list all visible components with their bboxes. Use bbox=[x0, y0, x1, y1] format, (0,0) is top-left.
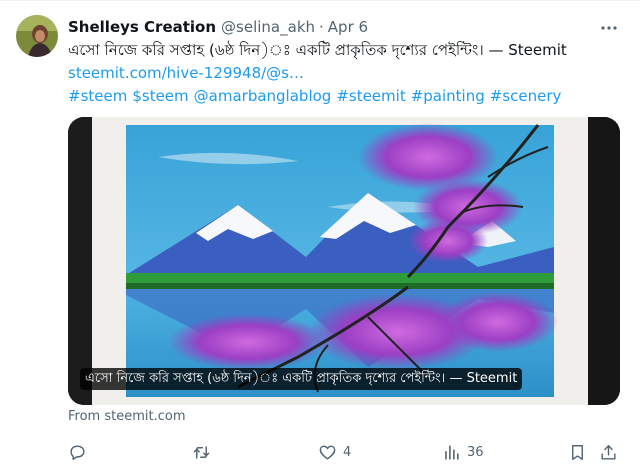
action-bar: 4 36 bbox=[60, 439, 625, 465]
painting-image bbox=[68, 117, 620, 405]
tweet-text: এসো নিজে করি সপ্তাহ (৬ষ্ঠ দিন)ঃ একটি প্র… bbox=[68, 39, 628, 108]
like-button[interactable]: 4 bbox=[318, 439, 351, 465]
hashtag-painting[interactable]: #painting bbox=[411, 87, 485, 105]
tweet-link[interactable]: steemit.com/hive-129948/@s… bbox=[68, 64, 304, 82]
hashtag-steemit[interactable]: #steemit bbox=[336, 87, 405, 105]
reply-button[interactable] bbox=[68, 439, 93, 465]
separator-dot: · bbox=[319, 18, 324, 36]
like-count: 4 bbox=[343, 444, 352, 460]
tweet-body: এসো নিজে করি সপ্তাহ (৬ষ্ঠ দিন)ঃ একটি প্র… bbox=[68, 41, 567, 59]
author-handle[interactable]: @selina_akh bbox=[221, 18, 315, 36]
card-source[interactable]: From steemit.com bbox=[68, 409, 185, 424]
hashtag-scenery[interactable]: #scenery bbox=[490, 87, 562, 105]
bookmark-button[interactable] bbox=[568, 439, 587, 465]
cashtag-steem[interactable]: $steem bbox=[132, 87, 188, 105]
views-button[interactable]: 36 bbox=[442, 439, 484, 465]
card-title[interactable]: এসো নিজে করি সপ্তাহ (৬ষ্ঠ দিন)ঃ একটি প্র… bbox=[80, 368, 523, 390]
tweet-header: Shelleys Creation @selina_akh · Apr 6 bbox=[68, 16, 368, 38]
share-button[interactable] bbox=[599, 439, 618, 465]
avatar[interactable] bbox=[16, 15, 58, 57]
reply-icon bbox=[70, 444, 85, 460]
share-icon bbox=[601, 444, 616, 460]
author-name[interactable]: Shelleys Creation bbox=[68, 18, 216, 36]
more-dots-icon bbox=[601, 26, 617, 30]
more-options-button[interactable] bbox=[596, 15, 622, 41]
tweet-date[interactable]: Apr 6 bbox=[328, 18, 368, 36]
tweet[interactable]: Shelleys Creation @selina_akh · Apr 6 এস… bbox=[0, 0, 640, 475]
views-count: 36 bbox=[467, 444, 484, 460]
hashtag-row: #steem $steem @amarbanglablog #steemit #pain… bbox=[68, 85, 628, 108]
views-chart-icon bbox=[445, 444, 459, 460]
hashtag-steem[interactable]: #steem bbox=[68, 87, 127, 105]
bookmark-icon bbox=[572, 444, 583, 460]
retweet-button[interactable] bbox=[192, 439, 217, 465]
link-card[interactable]: এসো নিজে করি সপ্তাহ (৬ষ্ঠ দিন)ঃ একটি প্র… bbox=[68, 117, 620, 405]
heart-icon bbox=[319, 445, 336, 460]
mention-amarbanglablog[interactable]: @amarbanglablog bbox=[194, 87, 332, 105]
retweet-icon bbox=[193, 445, 210, 459]
